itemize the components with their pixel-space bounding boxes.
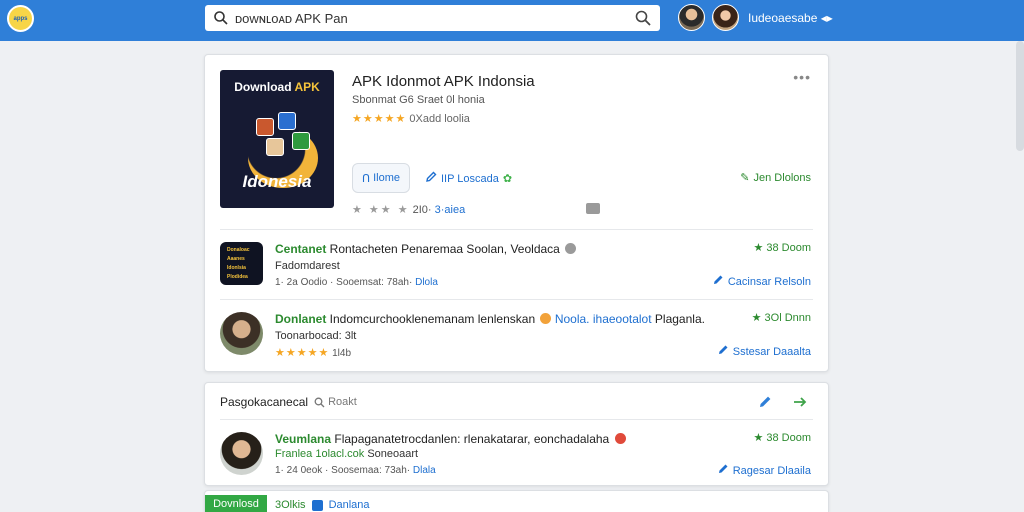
top-bar: apps ᴅᴏᴡɴʟᴏᴀᴅ APK Pan Iudeoaesabe ◂▸ [0, 0, 1024, 41]
search-input[interactable]: ᴅᴏᴡɴʟᴏᴀᴅ APK Pan [235, 11, 634, 26]
home-button[interactable]: ᑎ Ilome [352, 163, 410, 193]
user-menu-icon: ◂▸ [820, 11, 833, 25]
section-card: Pasgokacanecal Roakt Veumlana Flapaganat… [204, 382, 829, 486]
app-title: APK Idonmot APK Indonsia [352, 73, 535, 90]
user-name[interactable]: Iudeoaesabe ◂▸ [748, 11, 833, 25]
scrollbar[interactable] [1016, 41, 1024, 151]
item-avatar[interactable] [220, 312, 263, 355]
download-link[interactable]: IIP Loscada ✿ [425, 171, 512, 186]
section-search[interactable]: Roakt [314, 396, 357, 408]
arrow-right-icon[interactable] [792, 394, 808, 410]
verified-icon: ✿ [502, 173, 513, 185]
section-title: Pasgokacanecal [220, 395, 309, 409]
item-action-link[interactable]: Cacinsar Relsoln [712, 274, 811, 289]
divider [220, 299, 813, 300]
app-cover-image[interactable]: Download APK Idonesia [220, 70, 334, 208]
cover-bottom-text: Idonesia [242, 172, 312, 191]
home-icon: ᑎ [362, 172, 371, 185]
item-subtitle: Fadomdarest [275, 260, 340, 272]
app-rating: ★★★★★ 0Xadd loolia [352, 112, 470, 125]
edit-icon[interactable] [757, 394, 773, 410]
item-rating: ★ 38 Doom [753, 432, 811, 444]
item-avatar[interactable] [220, 432, 263, 475]
footer-link[interactable]: Danlana [329, 499, 370, 511]
app-subtitle: Sbonmat G6 Sraet 0l honia [352, 94, 485, 106]
item-meta: 1· 2a Oodio · Sooemsat: 78ah· Dlola [275, 277, 438, 288]
cover-tile [278, 112, 296, 130]
app-card: Download APK Idonesia APK Idonmot APK In… [204, 54, 829, 372]
rating-text: 0Xadd loolia [409, 113, 470, 125]
item-title[interactable]: Veumlana Flapaganatetrocdanlen: rlenakat… [275, 432, 626, 446]
rating-link[interactable]: 3·aiea [435, 204, 466, 216]
more-options-icon[interactable]: ••• [793, 69, 811, 85]
section-header: Pasgokacanecal Roakt [220, 395, 357, 409]
user-avatar-2[interactable] [712, 4, 739, 31]
grey-stars: ★ ★★ ★ [352, 204, 410, 216]
item-title[interactable]: Donlanet Indomcurchooklenemanam lenlensk… [275, 312, 705, 326]
cover-tile [256, 118, 274, 136]
download-tab[interactable]: Dovnlosd [205, 495, 267, 512]
rating-summary: ★ ★★ ★ 2I0· 3·aiea [352, 204, 466, 216]
bottom-card: Dovnlosd 3Olkis Danlana [204, 490, 829, 512]
divider [220, 419, 813, 420]
item-rating: ★ 3Ol Dnnn [751, 312, 811, 324]
image-icon[interactable] [586, 203, 600, 214]
rating-stars: ★★★★★ [352, 113, 407, 125]
divider [220, 229, 813, 230]
pencil-icon [717, 463, 729, 478]
search-icon [213, 10, 229, 26]
item-meta: 1· 24 0eok · Soosemaa: 73ah· Dlala [275, 465, 436, 476]
item-rating: ★ 38 Doom [753, 242, 811, 254]
item-subtitle: Toonarbocad: 3lt [275, 330, 357, 342]
pencil-icon [717, 344, 729, 359]
item-action-link[interactable]: Ragesar Dlaaila [717, 463, 811, 478]
smile-emoji-icon [540, 313, 552, 324]
item-meta: ★★★★★ 1l4b [275, 347, 351, 359]
item-thumbnail[interactable]: Donaloac Aaanes Idonlsia Plodidea [220, 242, 263, 285]
cover-tile [266, 138, 284, 156]
item-subtitle: Franlea 1olacl.cok Soneoaart [275, 448, 419, 460]
cover-top-text: Download APK [234, 80, 320, 94]
pencil-icon [425, 171, 437, 186]
footer-info: 3Olkis Danlana [275, 499, 370, 511]
logo-text: apps [13, 15, 28, 22]
item-action-link[interactable]: Sstesar Daaalta [717, 344, 811, 359]
search-icon [314, 397, 325, 407]
emoji-icon [614, 433, 626, 444]
item-title[interactable]: Centanet Rontacheten Penaremaa Soolan, V… [275, 242, 577, 256]
cover-tile [292, 132, 310, 150]
checkbox-icon[interactable] [311, 499, 323, 511]
search-submit-icon[interactable] [634, 9, 652, 27]
pin-icon: ✎ [740, 172, 750, 184]
pencil-icon [712, 274, 724, 289]
info-icon [565, 243, 577, 254]
user-avatar-1[interactable] [678, 4, 705, 31]
secondary-link[interactable]: ✎ Jen Dlolons [740, 171, 811, 185]
site-logo[interactable]: apps [7, 5, 34, 32]
search-bar[interactable]: ᴅᴏᴡɴʟᴏᴀᴅ APK Pan [205, 5, 660, 31]
